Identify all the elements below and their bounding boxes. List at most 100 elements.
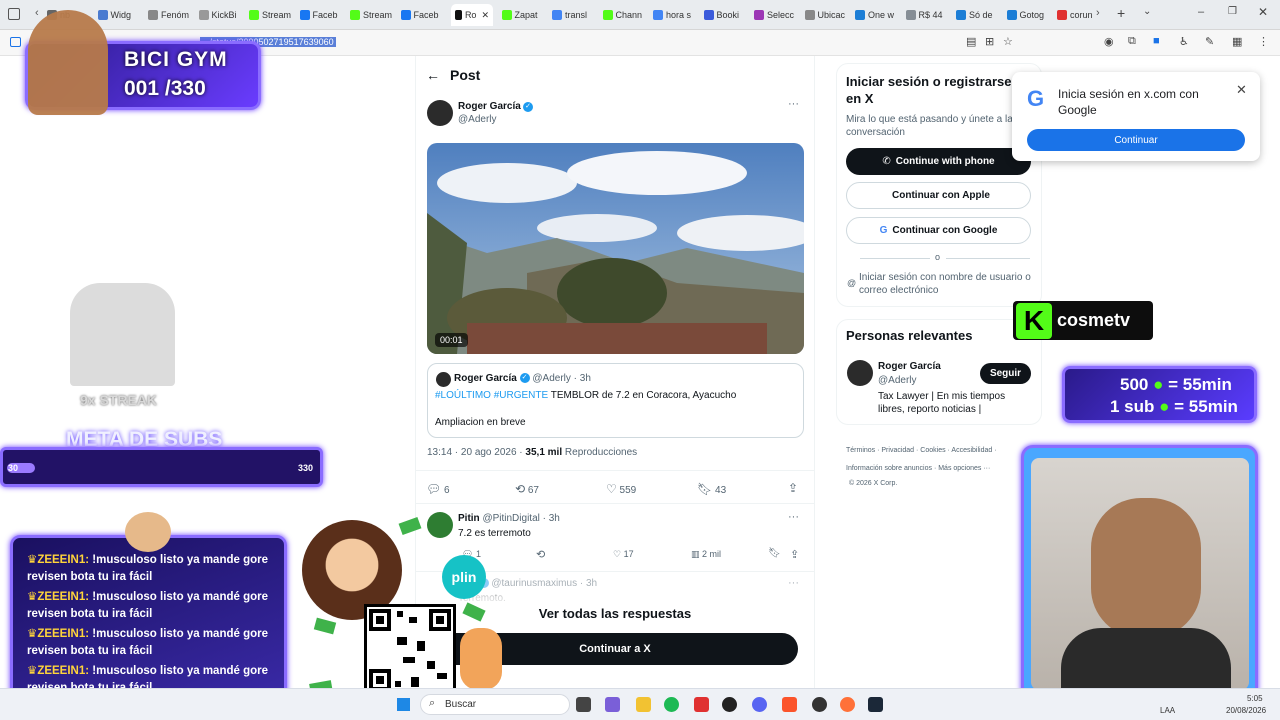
share-icon[interactable]: ⇪ [788, 481, 798, 495]
repost-button[interactable]: ⟲ 67 [515, 482, 539, 496]
more-menu-icon[interactable]: ⋮ [1258, 35, 1269, 48]
tab-label: One w [868, 10, 895, 20]
post-more-icon[interactable]: ··· [788, 98, 799, 110]
app-icon[interactable] [722, 697, 737, 712]
browser-tab[interactable]: R$ 44 [905, 4, 952, 26]
tab-label: Stream [262, 10, 292, 20]
browser-tab[interactable]: Gotog [1006, 4, 1053, 26]
browser-tab[interactable]: hora s [653, 4, 699, 26]
reply-repost-icon[interactable]: ⟲ [536, 548, 545, 561]
post-video[interactable]: 00:01 [427, 143, 804, 354]
reply-share-icon[interactable]: ⇪ [790, 548, 799, 561]
reply-bookmark-icon[interactable]: 🔖︎ [768, 548, 781, 559]
new-tab-icon[interactable]: + [1117, 5, 1125, 21]
browser-tab[interactable]: Fenóm [148, 4, 194, 26]
clock-date[interactable]: 20/08/2026 [1226, 706, 1266, 715]
tab-favicon-icon [653, 10, 663, 20]
bookmark-icon: 🔖︎ [697, 482, 713, 496]
hashtag-loultimo[interactable]: #LOÚLTIMO [435, 390, 491, 401]
browser-tab[interactable]: Selecc [754, 4, 800, 26]
maximize-icon[interactable]: ❐ [1228, 6, 1237, 17]
browser-tab[interactable]: transl [552, 4, 598, 26]
browser-tab[interactable]: One w [855, 4, 901, 26]
favorite-star-icon[interactable]: ☆ [1003, 35, 1013, 48]
follow-button[interactable]: Seguir [980, 363, 1031, 384]
close-tab-icon[interactable]: ✕ [481, 10, 489, 21]
browser-tab[interactable]: Faceb [299, 4, 346, 26]
browser-tab[interactable]: Stream [350, 4, 396, 26]
reply-button[interactable]: 💬︎ 6 [426, 482, 450, 496]
browser-tab[interactable]: Chann [602, 4, 649, 26]
google-popup-close-icon[interactable]: ✕ [1236, 82, 1247, 98]
reply-views-button[interactable]: ▥ 2 mil [691, 549, 721, 560]
taskbar-search-box[interactable] [420, 694, 570, 715]
profile-icon[interactable]: ◉ [1104, 35, 1114, 48]
hashtag-urgente[interactable]: #URGENTE [494, 390, 548, 401]
person-handle[interactable]: @Aderly [878, 375, 917, 386]
file-explorer-icon[interactable] [636, 697, 651, 712]
app-icon[interactable] [605, 697, 620, 712]
browser-tab[interactable]: Widg [97, 4, 144, 26]
app-icon[interactable] [694, 697, 709, 712]
tab-favicon-icon [249, 10, 259, 20]
browser-tab[interactable]: Booki [703, 4, 750, 26]
app-available-icon[interactable]: ⊞ [985, 35, 994, 48]
clock-time[interactable]: 5:05 [1247, 694, 1263, 703]
bookmark-button[interactable]: 🔖︎ 43 [697, 482, 726, 496]
continue-with-google-button[interactable]: G Continuar con Google [846, 217, 1031, 244]
spotify-icon[interactable] [664, 697, 679, 712]
collections-icon[interactable]: ▦ [1232, 35, 1242, 48]
footer-links-2[interactable]: Información sobre anuncios · Más opcione… [846, 465, 990, 472]
extensions-icon[interactable]: ⧉ [1128, 35, 1136, 48]
browser-tab[interactable]: Faceb [400, 4, 447, 26]
browser-tab[interactable]: Só de [956, 4, 1002, 26]
google-continue-button[interactable]: Continuar [1027, 129, 1245, 151]
firefox-icon[interactable] [840, 697, 855, 712]
continue-with-phone-button[interactable]: ✆ Continue with phone [846, 148, 1031, 175]
continue-with-apple-button[interactable]: Continuar con Apple [846, 182, 1031, 209]
start-button-icon[interactable] [397, 698, 410, 711]
task-view-icon[interactable] [576, 697, 591, 712]
browser-tab[interactable]: Ro ✕ [451, 4, 493, 26]
close-window-icon[interactable]: ✕ [1258, 5, 1268, 19]
sidebar-toggle-icon[interactable] [10, 37, 21, 47]
bici-gym-title: BICI GYM [124, 48, 228, 71]
brave-icon[interactable] [782, 697, 797, 712]
browser-tab[interactable]: Zapat [501, 4, 548, 26]
author-handle[interactable]: @Aderly [458, 114, 497, 125]
browser-tab[interactable]: Ubicac [804, 4, 851, 26]
tab-scroll-right-icon[interactable]: › [1096, 7, 1100, 19]
browser-tab[interactable]: KickBi [198, 4, 245, 26]
login-username-link[interactable]: Iniciar sesión con nombre de usuario o c… [859, 271, 1034, 297]
reply-2-more-icon[interactable]: ··· [788, 577, 799, 589]
plin-badge: plin [442, 555, 486, 599]
author-avatar[interactable] [427, 100, 453, 126]
language-indicator[interactable]: LAA [1160, 706, 1175, 715]
tab-favicon-icon [905, 10, 916, 20]
person-avatar[interactable] [847, 360, 873, 386]
footer-links-1[interactable]: Términos · Privacidad · Cookies · Accesi… [846, 447, 997, 454]
steam-icon[interactable] [868, 697, 883, 712]
minimize-icon[interactable]: – [1198, 6, 1204, 18]
accessibility-icon[interactable]: ♿ [1179, 35, 1189, 48]
obs-icon[interactable] [812, 697, 827, 712]
person-name[interactable]: Roger García [878, 361, 941, 372]
reply-author[interactable]: Pitin [458, 513, 480, 524]
discord-icon[interactable] [752, 697, 767, 712]
reply-avatar[interactable] [427, 512, 453, 538]
tab-list-icon[interactable]: ⌄ [1143, 6, 1151, 17]
like-button[interactable]: ♡ 559 [606, 482, 636, 496]
back-arrow-icon[interactable]: ← [426, 67, 440, 83]
tab-actions-icon[interactable] [8, 8, 20, 20]
author-name[interactable]: Roger García [458, 101, 521, 112]
browser-tab[interactable]: Stream [249, 4, 295, 26]
reply-more-icon[interactable]: ··· [788, 511, 799, 523]
tools-icon[interactable]: ✎ [1205, 35, 1214, 48]
tab-scroll-left-icon[interactable]: ‹ [35, 7, 39, 19]
kick-coin-icon: ● [1153, 375, 1164, 394]
reader-icon[interactable]: ▤ [966, 35, 976, 48]
tab-label: Chann [615, 10, 643, 20]
tab-label: Booki [716, 10, 740, 20]
shield-extension-icon[interactable]: ■ [1153, 35, 1160, 47]
reply-like-button[interactable]: ♡ 17 [613, 549, 634, 560]
